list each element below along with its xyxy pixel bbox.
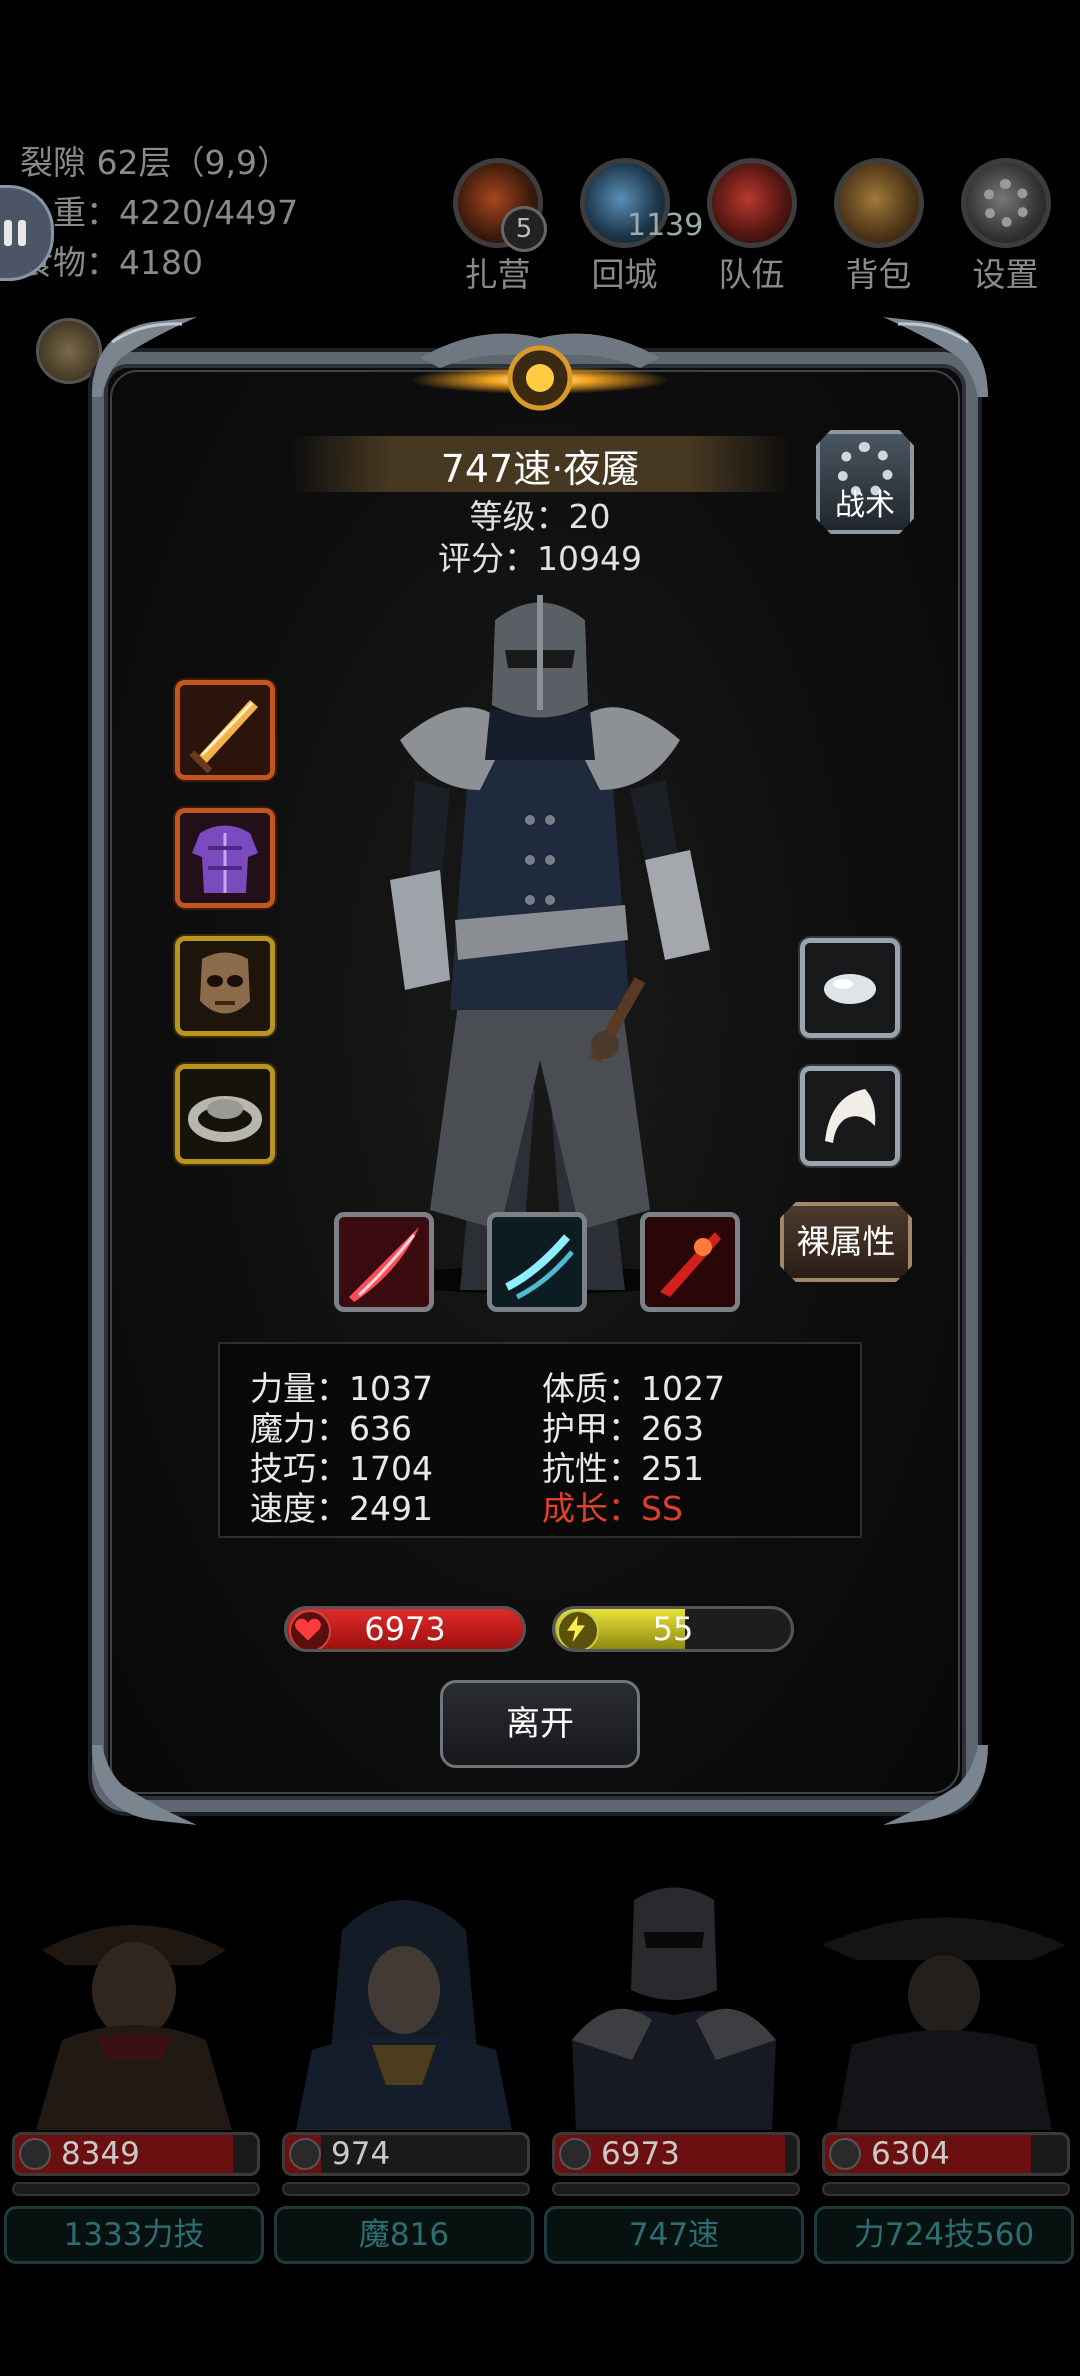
food-label: 食物：4180 (20, 243, 203, 282)
weight-label: 负重：4220/4497 (20, 193, 299, 232)
skill-slot-1[interactable] (334, 1212, 434, 1312)
skill-slot-2[interactable] (487, 1212, 587, 1312)
member-hp-value: 8349 (61, 2136, 140, 2172)
member-hp-bar: 974 (282, 2132, 530, 2176)
naked-attributes-button[interactable]: 裸属性 (780, 1202, 912, 1282)
tactics-button[interactable]: 战术 (816, 430, 914, 534)
panel-corner-ornament (878, 312, 998, 402)
assassin-portrait (572, 1887, 776, 2130)
leave-button[interactable]: 离开 (440, 1680, 640, 1768)
hp-bar: 6973 (284, 1606, 526, 1652)
energy-value: 55 (652, 1610, 694, 1648)
hero-name: 747速·夜魇 (440, 447, 640, 491)
team-member-3[interactable]: 6973 747速 (542, 1870, 806, 2270)
hud-info: 裂隙 62层（9,9） 负重：4220/4497 食物：4180 (20, 138, 298, 288)
tactics-label: 战术 (835, 488, 895, 523)
panel-corner-ornament (82, 1740, 202, 1830)
energy-bar: 55 (552, 1606, 794, 1652)
red-slash-skill-icon (339, 1217, 429, 1307)
silver-ring-icon (180, 1069, 270, 1159)
member-hp-value: 6973 (601, 2136, 680, 2172)
panel-corner-ornament (878, 1740, 998, 1830)
blood-blade-skill-icon (645, 1217, 735, 1307)
member-hp-bar: 6304 (822, 2132, 1070, 2176)
stat-speed: 速度：2491 (250, 1489, 433, 1528)
flaming-sword-icon (180, 685, 270, 775)
camp-label: 扎营 (464, 255, 531, 294)
member-tag: 魔816 (274, 2206, 534, 2264)
sun-crest-icon (400, 318, 680, 428)
weapon-slot[interactable] (175, 680, 275, 780)
hero-score: 评分：10949 (438, 539, 642, 578)
team-icon (706, 158, 797, 248)
mage-portrait (296, 1900, 512, 2130)
backpack-button[interactable]: 背包 (831, 158, 926, 296)
member-hp-value: 974 (331, 2136, 391, 2172)
stat-growth: 成长：SS (542, 1489, 683, 1528)
white-feather-icon (805, 1071, 895, 1161)
team-member-4[interactable]: 6304 力724技560 (812, 1870, 1076, 2270)
purple-chest-armor-icon (180, 813, 270, 903)
white-stone-icon (805, 943, 895, 1033)
member-mp-bar (12, 2182, 260, 2196)
settings-label: 设置 (972, 255, 1039, 294)
member-mp-bar (282, 2182, 530, 2196)
hero-portrait (360, 590, 720, 1300)
armor-slot[interactable] (175, 808, 275, 908)
member-hp-value: 6304 (871, 2136, 950, 2172)
hp-value: 6973 (364, 1610, 446, 1648)
return-town-label: 回城 (591, 255, 658, 294)
member-hp-bar: 6973 (552, 2132, 800, 2176)
stats-panel: 力量：1037 体质：1027 魔力：636 护甲：263 技巧：1704 抗性… (218, 1342, 862, 1538)
member-hp-icon (829, 2138, 861, 2170)
return-town-button[interactable]: 1139 回城 (577, 158, 703, 296)
camp-badge: 5 (501, 206, 547, 252)
helmet-slot[interactable] (175, 936, 275, 1036)
trinket-slot[interactable] (800, 938, 900, 1038)
skull-mask-icon (180, 941, 270, 1031)
hero-level: 等级：20 (469, 497, 611, 536)
skill-slot-3[interactable] (640, 1212, 740, 1312)
member-tag: 747速 (544, 2206, 804, 2264)
settings-button[interactable]: 设置 (958, 158, 1053, 296)
team-label: 队伍 (718, 255, 785, 294)
camp-button[interactable]: 5 扎营 (450, 158, 547, 296)
member-mp-bar (822, 2182, 1070, 2196)
member-hp-icon (19, 2138, 51, 2170)
member-hp-bar: 8349 (12, 2132, 260, 2176)
backpack-icon (833, 158, 924, 248)
member-mp-bar (552, 2182, 800, 2196)
pause-icon (4, 220, 30, 246)
backpack-label: 背包 (845, 255, 912, 294)
member-hp-icon (289, 2138, 321, 2170)
ronin-portrait (822, 1917, 1066, 2130)
floor-label: 裂隙 62层（9,9） (20, 143, 290, 182)
team-member-1[interactable]: 8349 1333力技 (2, 1870, 266, 2270)
member-hp-icon (559, 2138, 591, 2170)
cowboy-portrait (36, 1925, 232, 2130)
team-button[interactable]: 队伍 (704, 158, 799, 296)
gear-icon (960, 158, 1051, 248)
panel-corner-ornament (82, 312, 202, 402)
cyan-claw-skill-icon (492, 1217, 582, 1307)
member-tag: 1333力技 (4, 2206, 264, 2264)
member-tag: 力724技560 (814, 2206, 1074, 2264)
top-nav: 5 扎营 1139 回城 队伍 背包 设置 (450, 158, 1053, 296)
return-town-count: 1139 (627, 208, 704, 243)
team-member-2[interactable]: 974 魔816 (272, 1870, 536, 2270)
ring-slot[interactable] (175, 1064, 275, 1164)
trinket-slot-2[interactable] (800, 1066, 900, 1166)
